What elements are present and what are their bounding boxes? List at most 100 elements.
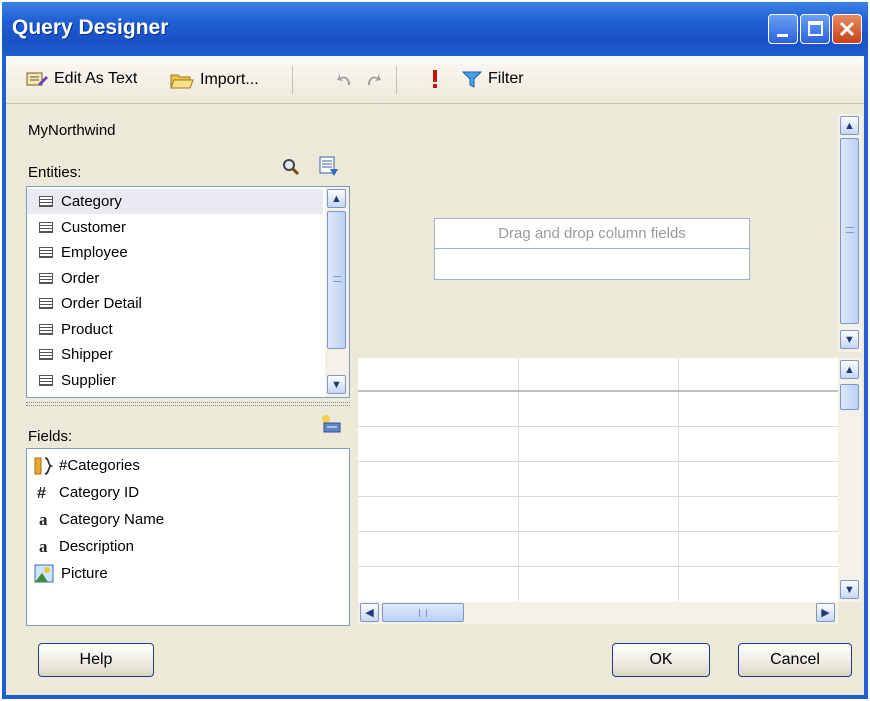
scroll-up-button[interactable]: ▲ — [840, 360, 859, 379]
import-button[interactable]: Import... — [170, 70, 259, 90]
field-label: Category Name — [59, 511, 165, 528]
svg-text:#: # — [37, 485, 46, 502]
table-icon — [39, 349, 53, 360]
help-button[interactable]: Help — [38, 643, 154, 677]
funnel-icon — [462, 71, 482, 88]
entity-label: Category — [61, 193, 122, 210]
table-icon — [39, 374, 53, 386]
entity-pane: MyNorthwind Entities: Category Customer Em… — [20, 114, 352, 626]
table-icon — [39, 196, 53, 207]
grid-horizontal-scrollbar[interactable]: ◀ ▶ — [358, 602, 838, 624]
exclamation-icon — [433, 70, 437, 88]
entity-item[interactable]: Category — [27, 189, 323, 214]
search-entity-button[interactable] — [282, 158, 300, 180]
run-query-button[interactable] — [431, 69, 439, 89]
ok-button[interactable]: OK — [612, 643, 710, 677]
scroll-up-button[interactable]: ▲ — [840, 116, 859, 135]
minimize-button[interactable] — [768, 14, 798, 44]
table-icon — [39, 298, 53, 309]
scroll-down-button[interactable]: ▼ — [840, 580, 859, 599]
entity-label: Product — [61, 320, 113, 338]
entity-label: Supplier — [61, 371, 117, 389]
window-title: Query Designer — [12, 16, 169, 39]
results-grid[interactable] — [358, 358, 838, 602]
edit-text-icon — [26, 72, 48, 86]
fields-label: Fields: — [28, 428, 73, 445]
design-scrollbar[interactable]: ▲ ▼ — [838, 114, 862, 352]
splitter[interactable] — [26, 402, 350, 406]
field-item[interactable]: Picture — [27, 561, 347, 586]
drop-zone-placeholder: Drag and drop column fields — [435, 219, 749, 249]
svg-text:a: a — [39, 510, 48, 529]
number-hash-icon: # — [33, 483, 55, 503]
scroll-down-button[interactable]: ▼ — [327, 375, 346, 394]
new-field-icon — [322, 415, 341, 433]
scroll-thumb[interactable] — [840, 138, 859, 324]
field-item[interactable]: a Category Name — [27, 507, 347, 532]
import-label: Import... — [200, 71, 259, 88]
field-item[interactable]: # Category ID — [27, 480, 347, 505]
field-label: Category ID — [59, 484, 140, 501]
table-icon — [39, 221, 53, 233]
fields-list[interactable]: #Categories # Category ID a Category Name a De… — [26, 448, 350, 626]
query-designer-window: Query Designer Edit As Text Import... Fi… — [0, 0, 870, 701]
field-label: Picture — [61, 565, 108, 582]
entity-item[interactable]: Product — [27, 317, 323, 342]
entity-item[interactable]: Order Detail — [27, 291, 323, 316]
auto-detect-button[interactable] — [318, 155, 340, 181]
scroll-down-button[interactable]: ▼ — [840, 330, 859, 349]
column-drop-zone[interactable]: Drag and drop column fields — [434, 218, 750, 280]
entities-list[interactable]: Category Customer Employee Order Order Detai… — [26, 186, 350, 398]
redo-button[interactable] — [364, 71, 382, 89]
edit-as-text-label: Edit As Text — [54, 70, 138, 87]
entity-label: Customer — [61, 218, 127, 236]
redo-icon — [368, 74, 381, 85]
field-item[interactable]: a Description — [27, 534, 347, 559]
folder-bracket-icon — [33, 456, 55, 476]
open-folder-icon — [170, 74, 194, 89]
field-label: Description — [59, 538, 135, 555]
entity-item[interactable]: Customer — [27, 215, 323, 240]
grid-vertical-scrollbar[interactable]: ▲ ▼ — [838, 358, 862, 602]
edit-as-text-button[interactable]: Edit As Text — [26, 70, 137, 88]
svg-text:a: a — [39, 537, 48, 556]
title-bar[interactable]: Query Designer — [2, 2, 868, 56]
undo-button[interactable] — [336, 71, 354, 89]
entities-label: Entities: — [28, 164, 82, 181]
entity-item[interactable]: Shipper — [27, 342, 323, 367]
filter-button[interactable]: Filter — [462, 70, 524, 88]
entity-item[interactable]: Supplier — [27, 368, 323, 393]
scroll-thumb[interactable] — [382, 603, 464, 622]
entity-item[interactable]: Employee — [27, 240, 323, 265]
scroll-left-button[interactable]: ◀ — [360, 603, 379, 622]
toolbar: Edit As Text Import... Filter — [6, 56, 864, 104]
field-item[interactable]: #Categories — [27, 453, 347, 478]
scroll-up-button[interactable]: ▲ — [327, 189, 346, 208]
table-icon — [39, 323, 53, 335]
entity-label: Order — [61, 269, 100, 287]
scroll-thumb[interactable] — [840, 384, 859, 410]
design-surface: ▲ ▼ Drag and drop column fields ▲ ▼ ◀ ▶ — [358, 114, 864, 626]
undo-icon — [337, 74, 350, 85]
cancel-button[interactable]: Cancel — [738, 643, 852, 677]
entity-item[interactable]: Order — [27, 266, 323, 291]
field-label: #Categories — [59, 457, 140, 474]
text-a-icon: a — [33, 537, 55, 557]
datasource-name: MyNorthwind — [28, 122, 116, 139]
new-field-button[interactable] — [320, 414, 342, 438]
scroll-right-button[interactable]: ▶ — [816, 603, 835, 622]
maximize-button[interactable] — [800, 14, 830, 44]
table-arrow-icon — [319, 156, 338, 176]
table-icon — [39, 247, 53, 258]
toolbar-separator — [292, 66, 293, 94]
table-icon — [39, 272, 53, 284]
scroll-thumb[interactable] — [327, 211, 346, 349]
entity-label: Employee — [61, 244, 128, 261]
picture-icon — [33, 564, 57, 584]
filter-label: Filter — [488, 70, 524, 87]
entity-label: Order Detail — [61, 295, 142, 312]
text-a-icon: a — [33, 510, 55, 530]
entities-scrollbar[interactable]: ▲ ▼ — [325, 187, 349, 397]
close-button[interactable] — [832, 14, 862, 44]
close-icon — [839, 21, 855, 37]
